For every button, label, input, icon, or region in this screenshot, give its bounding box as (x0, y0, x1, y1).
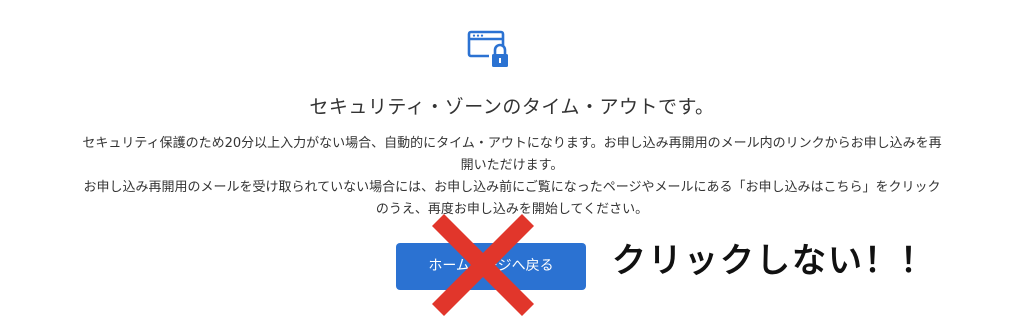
message-line: お申し込み再開用のメールを受け取られていない場合には、お申し込み前にご覧になった… (83, 180, 941, 195)
timeout-message: セキュリティ保護のため20分以上入力がない場合、自動的にタイム・アウトになります… (30, 133, 994, 221)
message-line: セキュリティ保護のため20分以上入力がない場合、自動的にタイム・アウトになります… (82, 136, 942, 151)
message-line: 開いただけます。 (460, 158, 564, 173)
page-title: セキュリティ・ゾーンのタイム・アウトです。 (309, 96, 715, 118)
browser-window-lock-icon (467, 30, 511, 69)
do-not-click-annotation: クリックしない！！ (612, 241, 936, 281)
cross-mark-icon (431, 213, 535, 317)
